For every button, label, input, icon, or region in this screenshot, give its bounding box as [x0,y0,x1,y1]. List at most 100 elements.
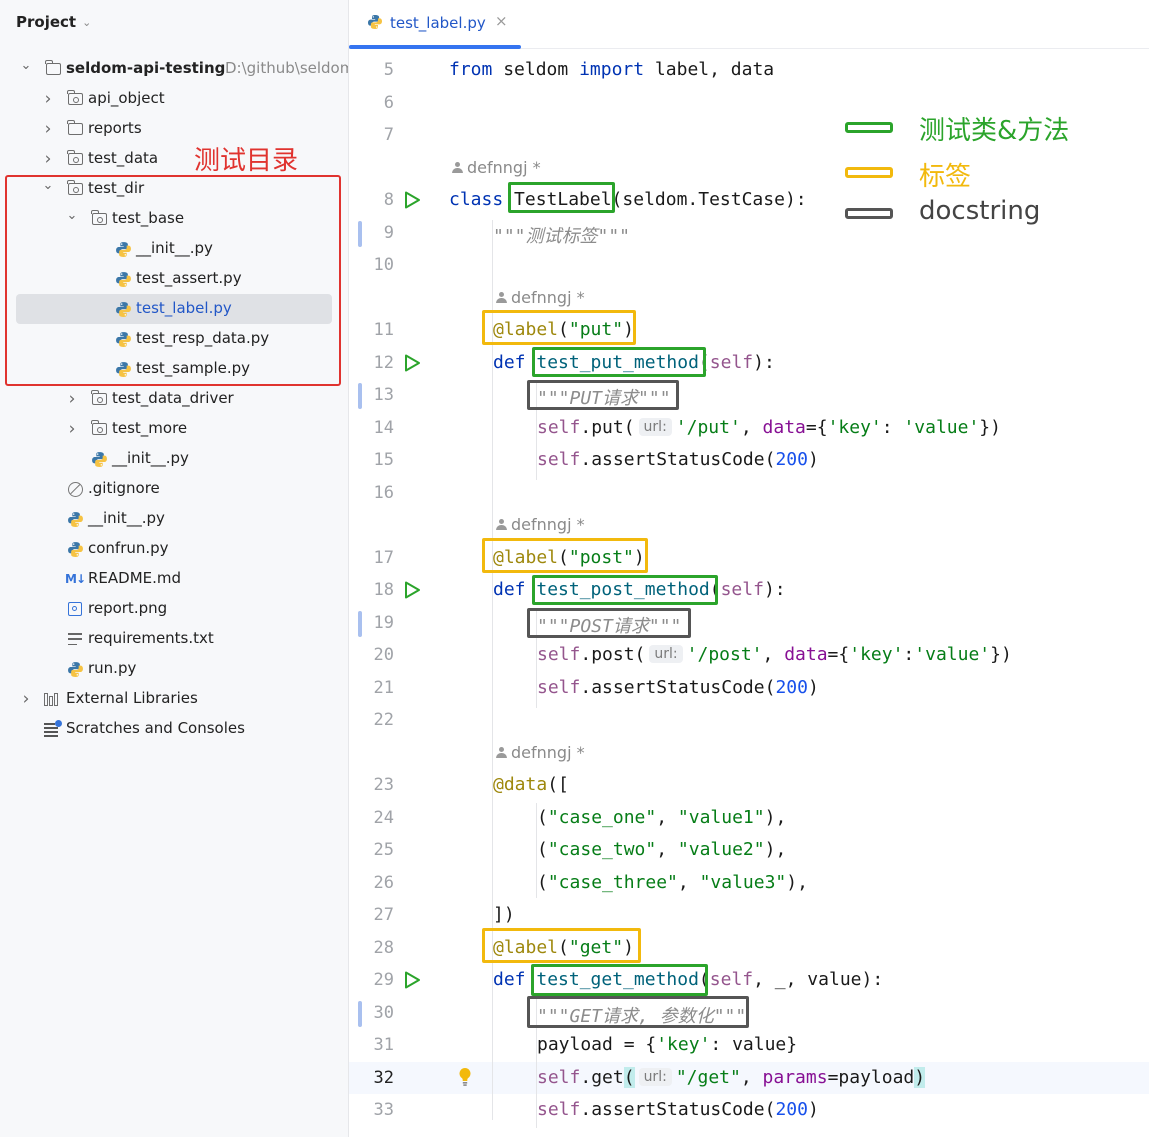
chevron-down-icon[interactable]: ⌄ [82,16,91,29]
code-line-31[interactable]: payload = {'key': value} [537,1034,797,1055]
tree-item-report-png[interactable]: report.png [0,594,348,624]
tree-item-test-more[interactable]: › test_more [0,414,348,444]
code-line-25[interactable]: ("case_two", "value2"), [537,839,786,860]
user-icon [496,746,507,759]
project-view-title: Project [16,13,77,31]
tree-item-requirements-txt[interactable]: requirements.txt [0,624,348,654]
test-class-highlight-box [508,182,615,213]
close-tab-icon[interactable]: × [495,12,508,30]
line-number: 12 [373,353,394,373]
tree-item-confrun-py[interactable]: confrun.py [0,534,348,564]
chevron-right-icon[interactable]: › [20,689,32,709]
line-number: 9 [383,223,394,243]
code-vision-author[interactable]: defnngj * [496,515,585,534]
code-vision-author[interactable]: defnngj * [452,158,541,177]
parameter-hint: url: [649,645,683,663]
gitignore-icon [66,481,84,497]
run-test-icon[interactable] [402,353,422,373]
run-test-icon[interactable] [402,190,422,210]
line-number: 15 [373,450,394,470]
folder-icon [44,60,62,77]
code-line-24[interactable]: ("case_one", "value1"), [537,807,786,828]
legend-text-docstring: docstring [919,196,1041,226]
tree-item-external-libraries[interactable]: › External Libraries [0,684,348,714]
tab-test-label-py[interactable]: test_label.py × [349,0,521,49]
line-number: 23 [373,775,394,795]
tree-item-gitignore[interactable]: .gitignore [0,474,348,504]
label-highlight-box [482,538,648,573]
scratches-icon [44,720,62,737]
text-file-icon [66,631,84,647]
vcs-change-marker[interactable] [358,1001,362,1027]
code-line-14[interactable]: self.put(url: '/put', data={'key': 'value… [537,417,1001,438]
run-test-icon[interactable] [402,970,422,990]
vcs-change-marker[interactable] [358,611,362,637]
code-line-27[interactable]: ]) [493,904,515,925]
package-folder-icon [90,390,108,407]
legend-text-class-method: 测试类&方法 [919,116,1070,146]
tree-item-api-object[interactable]: › api_object [0,84,348,114]
docstring-highlight-box [527,608,691,638]
run-test-icon[interactable] [402,580,422,600]
line-number: 18 [373,580,394,600]
code-vision-author[interactable]: defnngj * [496,288,585,307]
line-number: 8 [383,190,394,210]
editor-tab-bar: test_label.py × [349,0,1149,49]
code-line-26[interactable]: ("case_three", "value3"), [537,872,808,893]
line-number: 29 [373,970,394,990]
tree-item-label: requirements.txt [88,629,214,647]
package-folder-icon [66,90,84,107]
legend-swatch-green [845,122,893,133]
python-file-icon [367,14,383,34]
tree-item-label: test_more [112,419,188,437]
library-icon [44,691,62,707]
tree-item-seldom-api-testing[interactable]: ⌄ seldom-api-testing D:\github\seldom [0,54,348,84]
line-number: 14 [373,418,394,438]
user-icon [496,291,507,304]
tree-item-label: __init__.py [88,509,165,527]
tree-item-init-py[interactable]: __init__.py [0,444,348,474]
code-line-32[interactable]: self.get(url: "/get", params=payload) [537,1067,926,1088]
line-number: 28 [373,938,394,958]
code-line-23[interactable]: @data([ [493,774,569,795]
code-line-5[interactable]: from seldom import label, data [449,59,774,80]
tree-item-run-py[interactable]: run.py [0,654,348,684]
chevron-right-icon[interactable]: › [42,119,54,139]
legend-swatch-yellow [845,167,893,178]
code-line-21[interactable]: self.assertStatusCode(200) [537,677,819,698]
vcs-change-marker[interactable] [358,383,362,409]
chevron-down-icon[interactable]: ⌄ [20,58,32,73]
tree-item-scratches-and-consoles[interactable]: Scratches and Consoles [0,714,348,744]
line-number: 16 [373,483,394,503]
tree-item-label: test_data_driver [112,389,234,407]
project-sidebar: Project ⌄ ⌄ seldom-api-testing D:\github\s… [0,0,349,1137]
code-line-33[interactable]: self.assertStatusCode(200) [537,1099,819,1120]
line-number: 6 [383,93,394,113]
vcs-change-marker[interactable] [358,221,362,247]
line-number: 24 [373,808,394,828]
line-number: 22 [373,710,394,730]
tree-item-readme-md[interactable]: M↓ README.md [0,564,348,594]
chevron-right-icon[interactable]: › [66,389,78,409]
lightbulb-icon[interactable] [458,1067,472,1089]
code-line-20[interactable]: self.post(url: '/post', data={'key':'valu… [537,644,1012,665]
line-number: 25 [373,840,394,860]
chevron-right-icon[interactable]: › [42,89,54,109]
chevron-right-icon[interactable]: › [42,149,54,169]
python-file-icon [90,451,108,467]
code-editor[interactable]: test_label.py × 5 6 7 8 9 10 11 12 13 14 15 16 17 18 1… [349,0,1149,1137]
test-directory-annotation: 测试目录 [194,146,299,176]
tree-item-label: confrun.py [88,539,169,557]
tree-item-test-data-driver[interactable]: › test_data_driver [0,384,348,414]
code-line-9[interactable]: """测试标签""" [493,222,630,248]
project-view-header[interactable]: Project ⌄ [16,13,91,31]
code-line-8[interactable]: class TestLabel(seldom.TestCase): [449,189,807,210]
line-number: 21 [373,678,394,698]
code-line-15[interactable]: self.assertStatusCode(200) [537,449,819,470]
project-path: D:\github\seldom [225,59,349,77]
line-number: 31 [373,1035,394,1055]
chevron-right-icon[interactable]: › [66,419,78,439]
tree-item-init-py[interactable]: __init__.py [0,504,348,534]
code-vision-author[interactable]: defnngj * [496,743,585,762]
line-number: 5 [383,60,394,80]
